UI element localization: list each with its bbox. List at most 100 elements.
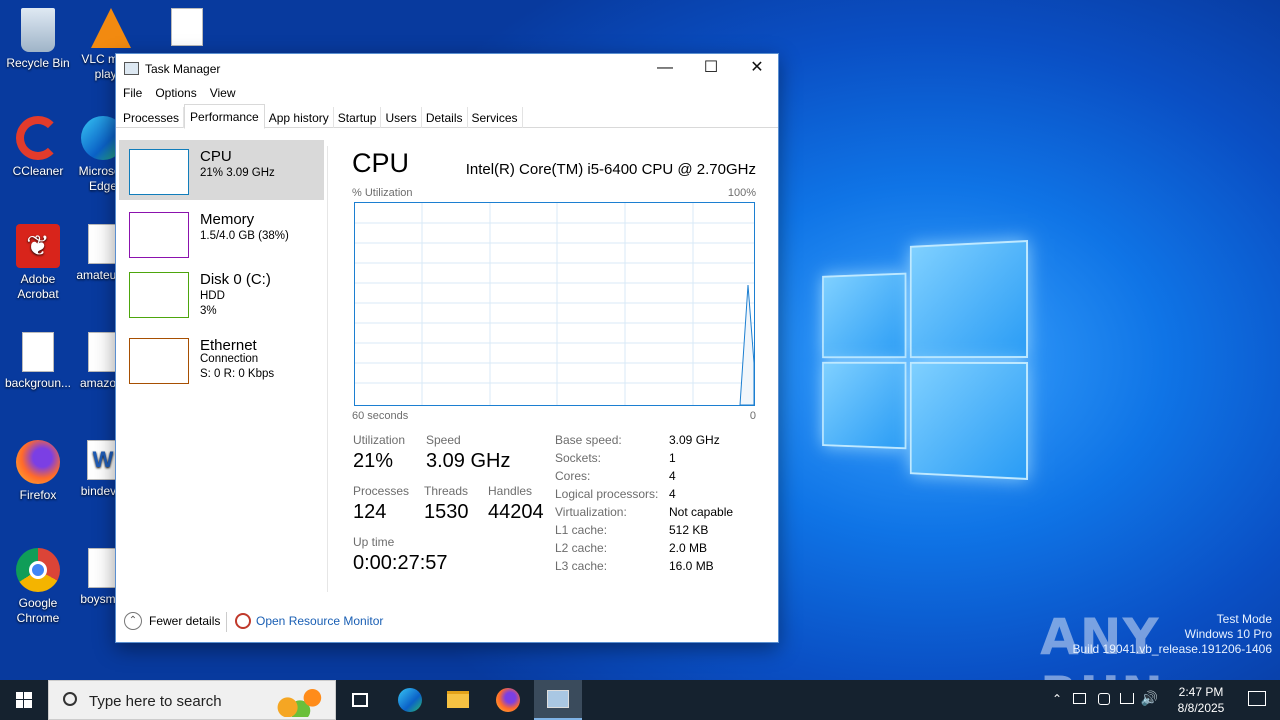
desktop-icon-recycle-bin[interactable]: Recycle Bin	[0, 8, 76, 71]
cpu-detail-panel: CPU Intel(R) Core(TM) i5-6400 CPU @ 2.70…	[352, 140, 756, 590]
desktop-icon-file[interactable]: backgroun...	[0, 332, 76, 391]
speed-value: 3.09 GHz	[426, 450, 511, 472]
resource-item-ethernet[interactable]: Ethernet Connection S: 0 R: 0 Kbps	[119, 329, 324, 389]
detail-key: L2 cache:	[555, 541, 608, 555]
desktop-icon-file[interactable]	[150, 8, 224, 50]
search-placeholder: Type here to search	[89, 693, 222, 710]
task-manager-icon	[124, 62, 139, 75]
detail-value: 512 KB	[669, 523, 709, 537]
menu-view[interactable]: View	[210, 84, 236, 104]
threads-label: Threads	[424, 484, 469, 498]
tab-users[interactable]: Users	[381, 107, 422, 128]
max-axis-label: 100%	[727, 187, 756, 199]
folder-icon	[447, 691, 469, 708]
windows-logo	[822, 240, 1028, 480]
minimize-button[interactable]: —	[642, 54, 688, 84]
window-title: Task Manager	[145, 62, 221, 76]
detail-value: 3.09 GHz	[669, 433, 720, 447]
time-axis-label: 60 seconds	[352, 410, 409, 422]
search-icon	[63, 692, 77, 706]
taskbar-task-manager[interactable]	[534, 680, 582, 720]
image-file-icon	[88, 548, 118, 588]
desktop-icon-firefox[interactable]: Firefox	[0, 440, 76, 503]
chevron-up-icon[interactable]: ⌃	[124, 612, 142, 630]
tab-performance[interactable]: Performance	[184, 104, 265, 129]
tab-startup[interactable]: Startup	[334, 107, 382, 128]
detail-key: Virtualization:	[555, 505, 627, 519]
maximize-button[interactable]: ☐	[688, 54, 734, 84]
resource-name: Disk 0 (C:)	[200, 271, 271, 288]
detail-key: L1 cache:	[555, 523, 608, 537]
tab-bar: Processes Performance App history Startu…	[116, 104, 778, 129]
tab-details[interactable]: Details	[422, 107, 468, 128]
tab-app-history[interactable]: App history	[265, 107, 334, 128]
desktop-icon-label: backgroun...	[4, 376, 72, 390]
image-file-icon	[171, 8, 203, 46]
resource-item-disk[interactable]: Disk 0 (C:) HDD 3%	[119, 263, 324, 323]
open-resource-monitor-link[interactable]: Open Resource Monitor	[256, 614, 383, 628]
task-view-icon	[352, 693, 368, 707]
task-manager-icon	[547, 690, 569, 708]
fewer-details-link[interactable]: Fewer details	[149, 614, 220, 628]
watermark-line: Build 19041.vb_release.191206-1406	[1072, 642, 1273, 656]
footer-bar: ⌃ Fewer details Open Resource Monitor	[116, 604, 778, 640]
resource-monitor-icon	[235, 613, 251, 629]
task-manager-window: Task Manager — ☐ ✕ File Options View Pro…	[115, 53, 779, 643]
recycle-bin-icon	[21, 8, 55, 52]
edge-icon	[398, 688, 422, 712]
speed-label: Speed	[426, 433, 461, 447]
desktop-icon-chrome[interactable]: Google Chrome	[0, 548, 76, 626]
image-file-icon	[88, 332, 118, 372]
desktop-icon-ccleaner[interactable]: CCleaner	[0, 116, 76, 179]
windows-start-icon	[16, 692, 32, 708]
detail-value: Not capable	[669, 505, 734, 519]
handles-label: Handles	[488, 484, 533, 498]
menu-options[interactable]: Options	[155, 84, 196, 104]
meet-now-icon[interactable]	[1098, 693, 1110, 705]
firefox-icon	[496, 688, 520, 712]
clock-date: 8/8/2025	[1177, 701, 1225, 715]
taskbar-file-explorer[interactable]	[434, 680, 482, 720]
network-icon[interactable]	[1120, 693, 1134, 704]
cpu-title: CPU	[352, 148, 410, 178]
processes-label: Processes	[353, 484, 410, 498]
tablet-icon[interactable]	[1073, 693, 1086, 704]
taskbar-search-box[interactable]: Type here to search	[48, 680, 336, 720]
cpu-model: Intel(R) Core(TM) i5-6400 CPU @ 2.70GHz	[465, 161, 756, 178]
volume-icon[interactable]: 🔊	[1141, 690, 1158, 707]
start-button[interactable]	[0, 680, 48, 720]
clock[interactable]: 2:47 PM 8/8/2025	[1170, 684, 1232, 716]
pane-divider[interactable]	[327, 146, 328, 592]
tab-services[interactable]: Services	[468, 107, 523, 128]
desktop-icon-acrobat[interactable]: ❦ Adobe Acrobat	[0, 224, 76, 302]
resource-item-memory[interactable]: Memory 1.5/4.0 GB (38%)	[119, 203, 324, 263]
taskbar-edge[interactable]	[386, 680, 434, 720]
resource-sub: 1.5/4.0 GB (38%)	[200, 230, 289, 242]
tab-processes[interactable]: Processes	[119, 107, 185, 128]
title-bar[interactable]: Task Manager — ☐ ✕	[116, 54, 778, 84]
detail-value: 16.0 MB	[669, 559, 714, 573]
uptime-value: 0:00:27:57	[353, 552, 448, 574]
taskbar-firefox[interactable]	[484, 680, 532, 720]
resource-name: Ethernet	[200, 337, 257, 354]
resource-item-cpu[interactable]: CPU 21% 3.09 GHz	[119, 140, 324, 200]
firefox-icon	[16, 440, 60, 484]
detail-key: L3 cache:	[555, 559, 608, 573]
task-view-button[interactable]	[336, 680, 384, 720]
resource-list: CPU 21% 3.09 GHz Memory 1.5/4.0 GB (38%)…	[119, 140, 324, 590]
chrome-icon	[16, 548, 60, 592]
cpu-utilization-graph	[354, 202, 755, 406]
threads-value: 1530	[424, 501, 469, 523]
resource-name: Memory	[200, 211, 255, 228]
detail-key: Sockets:	[555, 451, 602, 465]
search-highlight-image	[269, 685, 331, 717]
memory-mini-graph	[129, 212, 189, 258]
menu-file[interactable]: File	[123, 84, 142, 104]
image-file-icon	[88, 224, 118, 264]
watermark-line: Windows 10 Pro	[1184, 627, 1272, 641]
chevron-up-icon[interactable]: ⌃	[1052, 692, 1062, 706]
close-button[interactable]: ✕	[734, 54, 780, 84]
detail-value: 1	[669, 451, 676, 465]
notification-icon[interactable]	[1248, 691, 1266, 706]
detail-value: 4	[669, 487, 676, 501]
